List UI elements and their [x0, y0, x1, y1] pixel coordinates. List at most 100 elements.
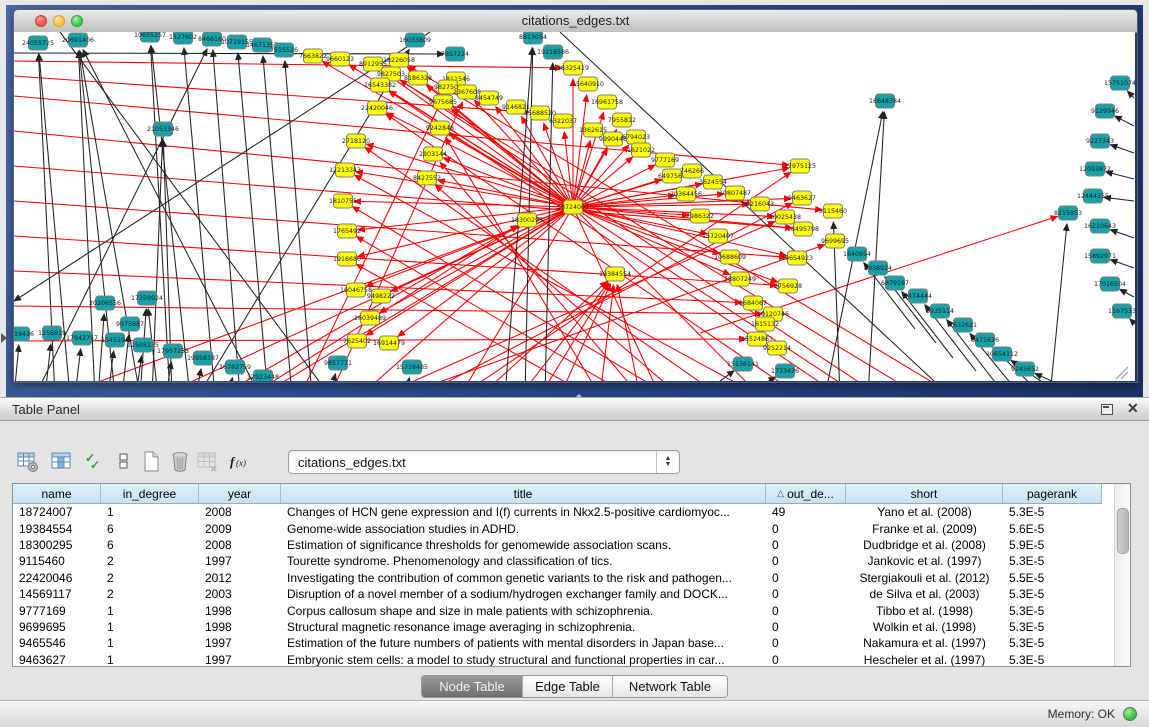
- column-header-name[interactable]: name: [13, 484, 101, 504]
- table-settings-button[interactable]: [14, 448, 42, 476]
- graph-node[interactable]: 6879197: [881, 276, 909, 290]
- column-header-year[interactable]: year: [199, 484, 281, 504]
- graph-node[interactable]: 8938924: [864, 261, 892, 275]
- table-row[interactable]: 2242004622012Investigating the contribut…: [13, 570, 1114, 586]
- graph-node[interactable]: 9675685: [429, 95, 457, 109]
- graph-node[interactable]: 9660123: [326, 52, 354, 66]
- table-row[interactable]: 911546021997Tourette syndrome. Phenomeno…: [13, 553, 1114, 569]
- table-row[interactable]: 977716911998Corpus callosum shape and si…: [13, 602, 1114, 618]
- graph-node[interactable]: 8215953: [1054, 206, 1082, 220]
- graph-node[interactable]: 15716485: [396, 360, 428, 374]
- column-select-button[interactable]: [48, 448, 76, 476]
- table-row[interactable]: 969969511998Structural magnetic resonanc…: [13, 619, 1114, 635]
- graph-node[interactable]: 19384554: [599, 267, 631, 281]
- table-row[interactable]: 1938455462009Genome-wide association stu…: [13, 520, 1114, 536]
- graph-node[interactable]: 17975125: [784, 159, 816, 173]
- vertical-scrollbar[interactable]: [1114, 484, 1130, 666]
- graph-node[interactable]: 1621022: [627, 143, 655, 157]
- graph-node[interactable]: 16033809: [399, 33, 431, 47]
- graph-node[interactable]: 1733426: [771, 364, 799, 378]
- graph-node[interactable]: 19654923: [781, 251, 813, 265]
- graph-node[interactable]: 20691406: [62, 33, 94, 47]
- network-graph[interactable]: 2405572520691406106552571527602846616010…: [14, 32, 1135, 381]
- graph-node[interactable]: 10807487: [719, 186, 751, 200]
- graph-node[interactable]: 6216043: [746, 197, 774, 211]
- graph-node[interactable]: 9245652: [1011, 362, 1039, 376]
- graph-node[interactable]: 16210643: [1084, 219, 1116, 233]
- graph-node[interactable]: 746266: [680, 164, 704, 178]
- graph-node[interactable]: 1167533: [1108, 304, 1135, 318]
- column-header-in-degree[interactable]: in_degree: [101, 484, 199, 504]
- graph-node[interactable]: 1765492: [333, 224, 361, 238]
- window-resize-grip[interactable]: [1116, 367, 1128, 379]
- graph-node[interactable]: 9242848: [426, 121, 454, 135]
- graph-node[interactable]: 7515526: [270, 43, 298, 57]
- float-panel-icon[interactable]: [1101, 404, 1113, 415]
- panel-collapse-arrow[interactable]: [1, 333, 7, 343]
- scrollbar-thumb[interactable]: [1117, 508, 1129, 554]
- table-row[interactable]: 1872400712008Changes of HCN gene express…: [13, 504, 1114, 520]
- graph-node[interactable]: 16782759: [219, 360, 251, 374]
- column-header-title[interactable]: title: [281, 484, 766, 504]
- graph-node[interactable]: 9777169: [651, 153, 679, 167]
- graph-node[interactable]: 7663822: [299, 49, 327, 63]
- table-selector-dropdown[interactable]: citations_edges.txt ▲▼: [288, 450, 680, 474]
- graph-node[interactable]: 17942757: [66, 331, 98, 345]
- graph-node[interactable]: 15751074: [1104, 76, 1135, 90]
- graph-node[interactable]: 15136141: [727, 357, 759, 371]
- graph-node[interactable]: 17359924: [131, 291, 163, 305]
- column-header-short[interactable]: short: [846, 484, 1003, 504]
- graph-node[interactable]: 12213343: [329, 163, 361, 177]
- graph-node[interactable]: 2935114: [926, 304, 954, 318]
- graph-node[interactable]: 1615132: [751, 317, 779, 331]
- table-row[interactable]: 946362711997Embryonic stem cells: a mode…: [13, 652, 1114, 666]
- graph-node[interactable]: 18226058: [383, 53, 415, 67]
- graph-node[interactable]: 1640954: [843, 247, 871, 261]
- table-row[interactable]: 1456911722003Disruption of a novel membe…: [13, 586, 1114, 602]
- graph-node[interactable]: 6794023: [622, 130, 650, 144]
- graph-node[interactable]: 1362615: [579, 123, 607, 137]
- graph-node[interactable]: 1156819: [38, 326, 66, 340]
- graph-node[interactable]: 1527602: [169, 32, 197, 44]
- create-column-button[interactable]: [138, 448, 166, 476]
- row-height-button[interactable]: [110, 448, 138, 476]
- graph-node[interactable]: 8471626: [971, 333, 999, 347]
- graph-node[interactable]: 22420046: [361, 101, 393, 115]
- graph-node[interactable]: 16961758: [591, 95, 623, 109]
- network-window-titlebar[interactable]: citations_edges.txt: [14, 10, 1137, 33]
- graph-node[interactable]: 9474444: [904, 289, 932, 303]
- graph-node[interactable]: 9252214: [763, 341, 791, 355]
- graph-node[interactable]: 7632621: [949, 318, 977, 332]
- graph-node[interactable]: 12923448: [247, 370, 279, 381]
- graph-node[interactable]: 3919436: [14, 327, 34, 341]
- column-header-out-de-[interactable]: △out_de...: [766, 484, 846, 504]
- graph-node[interactable]: 19218586: [537, 45, 569, 59]
- graph-node[interactable]: 9129946: [1091, 104, 1119, 118]
- graph-node[interactable]: 12444155: [1077, 189, 1109, 203]
- close-panel-icon[interactable]: ✕: [1127, 400, 1139, 417]
- graph-node[interactable]: 8427552: [413, 171, 441, 185]
- graph-node[interactable]: 1545194: [101, 333, 129, 347]
- graph-node[interactable]: 3624554: [699, 175, 727, 189]
- graph-node[interactable]: 18325419: [557, 61, 589, 75]
- graph-node[interactable]: 8186328: [404, 71, 432, 85]
- graph-node[interactable]: 9498222: [367, 289, 395, 303]
- graph-node[interactable]: 20206556: [89, 296, 121, 310]
- graph-node[interactable]: 2718120: [342, 134, 370, 148]
- table-row[interactable]: 1830029562008Estimation of significance …: [13, 537, 1114, 553]
- graph-node[interactable]: 15892971: [1084, 249, 1116, 263]
- tab-network-table[interactable]: Network Table: [612, 676, 727, 697]
- graph-node[interactable]: 7857224: [441, 47, 469, 61]
- column-header-pagerank[interactable]: pagerank: [1003, 484, 1102, 504]
- delete-columns-button[interactable]: [166, 448, 194, 476]
- network-view[interactable]: 2405572520691406106552571527602846616010…: [14, 32, 1135, 381]
- graph-node[interactable]: 7986322: [686, 209, 714, 223]
- graph-node[interactable]: 15640910: [572, 77, 604, 91]
- graph-node[interactable]: 7625402: [343, 334, 371, 348]
- graph-node[interactable]: 2803144: [419, 147, 447, 161]
- delete-table-button[interactable]: ✕: [194, 448, 222, 476]
- graph-node[interactable]: 10655257: [134, 32, 166, 42]
- memory-indicator[interactable]: [1123, 707, 1137, 721]
- graph-node[interactable]: 8813054: [519, 32, 547, 44]
- graph-node[interactable]: 9857771: [324, 356, 352, 370]
